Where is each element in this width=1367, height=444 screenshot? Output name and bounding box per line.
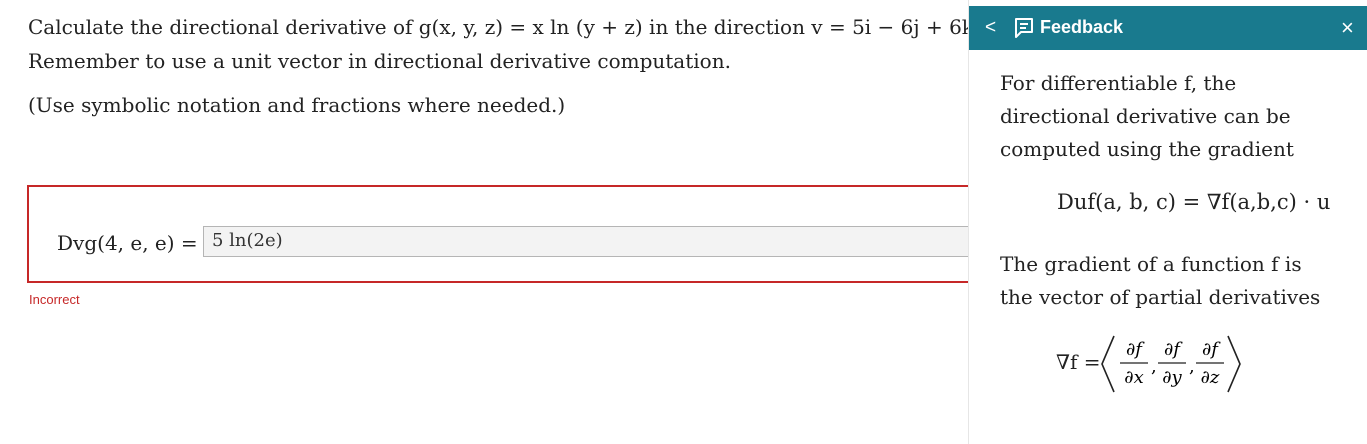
partial-numerator: ∂f xyxy=(1202,339,1221,360)
partial-numerator: ∂f xyxy=(1126,339,1145,360)
comma: , xyxy=(1189,356,1195,377)
close-icon[interactable]: × xyxy=(1341,15,1354,41)
feedback-paragraph-2: The gradient of a function f is the vect… xyxy=(1000,252,1321,309)
feedback-title: Feedback xyxy=(1040,17,1124,37)
feedback-paragraph-1: For differentiable f, the directional de… xyxy=(1000,71,1294,161)
partial-denominator: ∂y xyxy=(1162,367,1182,388)
directional-derivative-formula: Duf(a, b, c) = ∇f(a,b,c) · u xyxy=(1057,190,1331,214)
gradient-prefix: ∇f = xyxy=(1056,350,1100,374)
chevron-left-icon[interactable]: < xyxy=(985,17,996,39)
partial-denominator: ∂x xyxy=(1124,367,1143,388)
question-text-line-2: Remember to use a unit vector in directi… xyxy=(28,49,731,73)
partial-numerator: ∂f xyxy=(1164,339,1183,360)
partials-group: ∂f ∂x, ∂f ∂y, ∂f ∂z xyxy=(1120,339,1224,388)
feedback-panel: < Feedback × For differentiable f, the d… xyxy=(968,0,1367,444)
comma: , xyxy=(1151,356,1157,377)
feedback-header: < Feedback × xyxy=(969,6,1367,50)
question-text-line-1: Calculate the directional derivative of … xyxy=(28,15,1071,39)
status-incorrect: Incorrect xyxy=(29,292,80,307)
answer-label: Dvg(4, e, e) = xyxy=(57,231,198,255)
gradient-formula: ∇f = ∂f ∂x, ∂f ∂y, ∂f ∂z xyxy=(1056,328,1306,398)
answer-input[interactable]: 5 ln(2e) xyxy=(203,226,983,257)
answer-box: Dvg(4, e, e) = 5 ln(2e) xyxy=(27,185,983,283)
question-instructions: (Use symbolic notation and fractions whe… xyxy=(28,93,566,117)
feedback-icon xyxy=(1015,18,1033,38)
partial-denominator: ∂z xyxy=(1201,367,1220,388)
gradient-formula-svg: ∇f = ∂f ∂x, ∂f ∂y, ∂f ∂z xyxy=(1056,335,1241,393)
